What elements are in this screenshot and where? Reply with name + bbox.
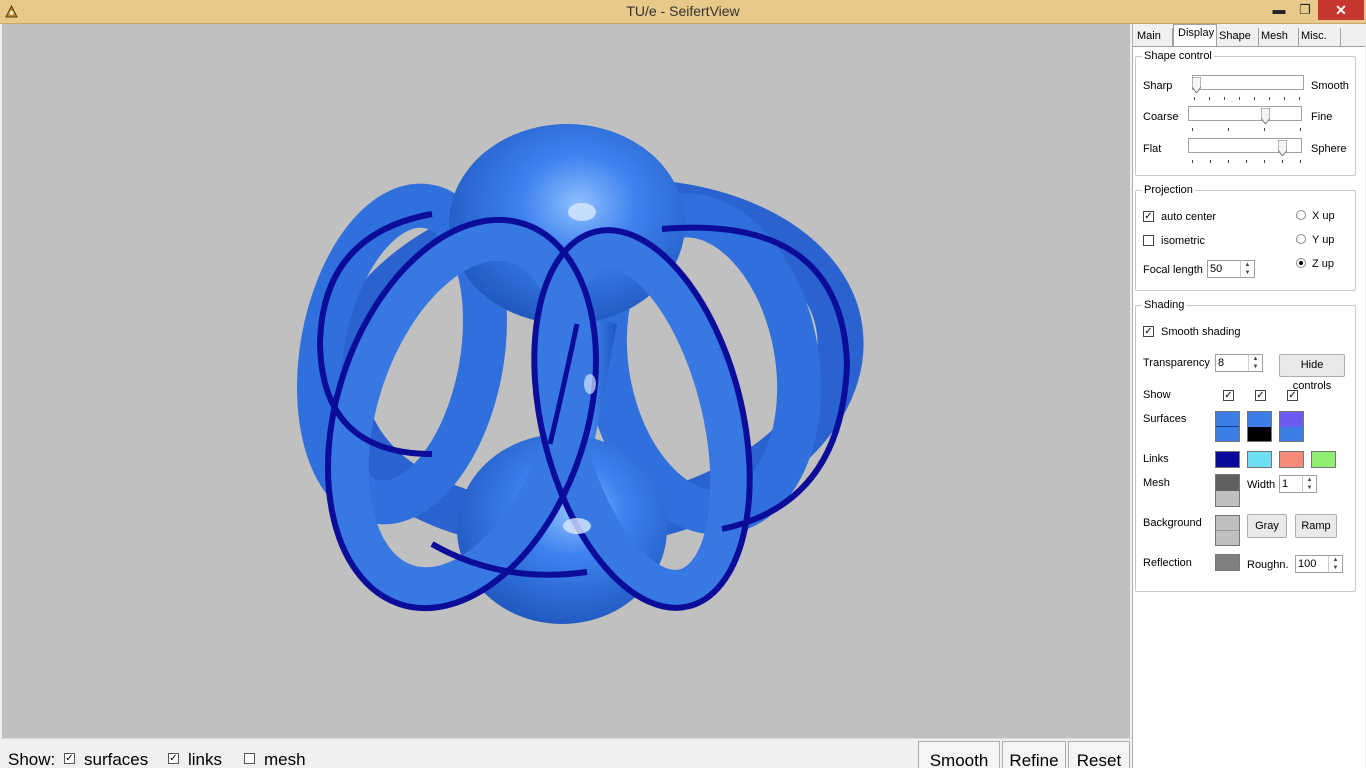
coarse-fine-thumb[interactable] xyxy=(1261,108,1270,124)
window-title: TU/e - SeifertView xyxy=(626,3,740,19)
projection-group: Projection ✓ auto center isometric Focal… xyxy=(1135,184,1356,291)
display-tab-content: Shape control Sharp Smooth Coarse Fine F… xyxy=(1133,46,1365,768)
y-up-label[interactable]: Y up xyxy=(1312,234,1334,246)
transparency-spinner[interactable]: 8 ▲ ▼ xyxy=(1215,354,1263,372)
isometric-label[interactable]: isometric xyxy=(1161,235,1205,247)
ramp-button[interactable]: Ramp xyxy=(1295,514,1337,538)
links-label: Links xyxy=(1143,453,1169,465)
spinner-arrows-icon[interactable]: ▲ ▼ xyxy=(1328,556,1342,572)
sharp-smooth-slider[interactable] xyxy=(1192,75,1304,90)
background-label: Background xyxy=(1143,517,1202,529)
tab-mesh[interactable]: Mesh xyxy=(1259,28,1299,46)
tab-misc[interactable]: Misc. xyxy=(1299,28,1341,46)
minimize-button[interactable]: ▬ xyxy=(1266,0,1292,20)
focal-length-spinner[interactable]: 50 ▲ ▼ xyxy=(1207,260,1255,278)
title-bar[interactable]: TU/e - SeifertView ▬ ❐ ✕ xyxy=(0,0,1366,24)
maximize-button[interactable]: ❐ xyxy=(1292,0,1318,20)
coarse-fine-ticks xyxy=(1192,128,1302,131)
mesh-checkbox[interactable] xyxy=(244,753,255,764)
close-button[interactable]: ✕ xyxy=(1318,0,1364,20)
roughness-spinner[interactable]: 100 ▲ ▼ xyxy=(1295,555,1343,573)
flat-sphere-ticks xyxy=(1192,160,1302,163)
spinner-arrows-icon[interactable]: ▲ ▼ xyxy=(1248,355,1262,371)
surface-color-swatch-3[interactable] xyxy=(1279,411,1304,442)
z-up-label[interactable]: Z up xyxy=(1312,258,1334,270)
reflection-color-swatch[interactable] xyxy=(1215,554,1240,571)
focal-length-value[interactable]: 50 xyxy=(1210,263,1222,275)
projection-title: Projection xyxy=(1142,184,1195,196)
width-value[interactable]: 1 xyxy=(1282,478,1288,490)
gray-button[interactable]: Gray xyxy=(1247,514,1287,538)
focal-length-label: Focal length xyxy=(1143,264,1203,276)
show-label: Show: xyxy=(8,750,56,768)
coarse-label: Coarse xyxy=(1143,111,1179,123)
smooth-button[interactable]: Smooth xyxy=(918,741,1000,768)
surfaces-checkbox[interactable]: ✓ xyxy=(64,753,75,764)
hide-controls-button[interactable]: Hide controls xyxy=(1279,354,1345,392)
bottom-bar: Show: ✓ surfaces ✓ links mesh Smooth Ref… xyxy=(0,738,1132,768)
roughness-label: Roughn. xyxy=(1247,559,1289,571)
tab-display[interactable]: Display xyxy=(1173,24,1217,46)
spinner-arrows-icon[interactable]: ▲ ▼ xyxy=(1302,476,1316,492)
show-label: Show xyxy=(1143,389,1171,401)
sharp-label: Sharp xyxy=(1143,80,1173,92)
surface-color-swatch-1[interactable] xyxy=(1215,411,1240,442)
smooth-shading-label[interactable]: Smooth shading xyxy=(1161,326,1241,338)
smooth-label: Smooth xyxy=(1311,80,1349,92)
sharp-smooth-thumb[interactable] xyxy=(1192,77,1201,93)
show-mesh-checkbox[interactable]: ✓ xyxy=(1287,390,1298,401)
links-label[interactable]: links xyxy=(188,750,222,768)
roughness-value[interactable]: 100 xyxy=(1298,558,1316,570)
tab-main[interactable]: Main xyxy=(1135,28,1173,46)
width-spinner[interactable]: 1 ▲ ▼ xyxy=(1279,475,1317,493)
sharp-smooth-ticks xyxy=(1194,97,1304,100)
tab-shape[interactable]: Shape xyxy=(1217,28,1259,46)
refine-button[interactable]: Refine xyxy=(1002,741,1066,768)
shading-group: Shading ✓ Smooth shading Transparency 8 … xyxy=(1135,299,1356,592)
control-panel: Main Display Shape Mesh Misc. Shape cont… xyxy=(1132,24,1366,768)
mesh-color-swatch[interactable] xyxy=(1215,474,1240,507)
z-up-radio[interactable] xyxy=(1296,258,1306,268)
transparency-label: Transparency xyxy=(1143,357,1210,369)
shading-title: Shading xyxy=(1142,299,1187,311)
links-checkbox[interactable]: ✓ xyxy=(168,753,179,764)
seifert-surface-render xyxy=(297,124,864,624)
link-color-swatch-3[interactable] xyxy=(1279,451,1304,468)
sphere-label: Sphere xyxy=(1311,143,1347,155)
surfaces-label: Surfaces xyxy=(1143,413,1187,425)
show-links-checkbox[interactable]: ✓ xyxy=(1255,390,1266,401)
show-surfaces-checkbox[interactable]: ✓ xyxy=(1223,390,1234,401)
link-color-swatch-2[interactable] xyxy=(1247,451,1272,468)
width-label: Width xyxy=(1247,479,1276,491)
x-up-radio[interactable] xyxy=(1296,210,1306,220)
x-up-label[interactable]: X up xyxy=(1312,210,1335,222)
flat-sphere-thumb[interactable] xyxy=(1278,140,1287,156)
reflection-label: Reflection xyxy=(1143,557,1192,569)
auto-center-checkbox[interactable]: ✓ xyxy=(1143,211,1154,222)
spinner-arrows-icon[interactable]: ▲ ▼ xyxy=(1240,261,1254,277)
mesh-label[interactable]: mesh xyxy=(264,750,306,768)
coarse-fine-slider[interactable] xyxy=(1188,106,1302,121)
mesh-label: Mesh xyxy=(1143,477,1170,489)
isometric-checkbox[interactable] xyxy=(1143,235,1154,246)
smooth-shading-checkbox[interactable]: ✓ xyxy=(1143,326,1154,337)
link-color-swatch-4[interactable] xyxy=(1311,451,1336,468)
link-color-swatch-1[interactable] xyxy=(1215,451,1240,468)
reset-button[interactable]: Reset xyxy=(1068,741,1130,768)
auto-center-label[interactable]: auto center xyxy=(1161,211,1216,223)
flat-label: Flat xyxy=(1143,143,1162,155)
y-up-radio[interactable] xyxy=(1296,234,1306,244)
shape-control-group: Shape control Sharp Smooth Coarse Fine F… xyxy=(1135,50,1356,176)
surface-color-swatch-2[interactable] xyxy=(1247,411,1272,442)
shape-control-title: Shape control xyxy=(1142,50,1214,62)
fine-label: Fine xyxy=(1311,111,1333,123)
tab-bar: Main Display Shape Mesh Misc. xyxy=(1133,24,1366,46)
3d-viewport[interactable] xyxy=(2,24,1130,738)
transparency-value[interactable]: 8 xyxy=(1218,357,1224,369)
surfaces-label[interactable]: surfaces xyxy=(84,750,148,768)
background-color-swatch[interactable] xyxy=(1215,515,1240,546)
